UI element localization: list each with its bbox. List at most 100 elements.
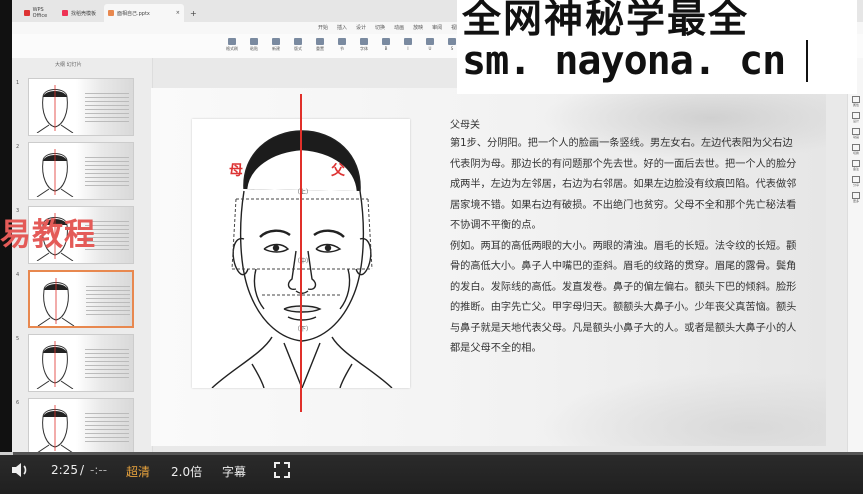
father-label: 父 (331, 163, 345, 179)
right-task-panel: 属性设计动画切换备注分享更多 (847, 58, 863, 452)
menu-item[interactable]: 审阅 (432, 24, 442, 31)
ribbon-tool-icon (250, 38, 258, 45)
panel-tool-icon (852, 176, 860, 183)
ribbon-button[interactable]: 版式 (288, 38, 308, 54)
right-panel-button[interactable]: 切换 (851, 144, 861, 155)
svg-text:（下）: （下） (294, 326, 312, 333)
slide-thumbnail[interactable] (28, 270, 134, 328)
thumbnail-text-lines (85, 93, 129, 123)
ribbon-tool-icon (338, 38, 346, 45)
menu-item[interactable]: 切换 (375, 24, 385, 31)
tab-template[interactable]: 找稻壳模板 (58, 4, 104, 22)
panel-tool-icon (852, 112, 860, 119)
right-panel-button[interactable]: 属性 (851, 96, 861, 107)
ribbon-tool-icon (228, 38, 236, 45)
ribbon-button-label: 节 (340, 46, 344, 51)
ribbon-button-label: 字体 (360, 46, 368, 51)
close-tab-icon[interactable]: × (176, 10, 180, 16)
menu-item[interactable]: 放映 (413, 24, 423, 31)
thumbnail-face-icon (37, 278, 75, 326)
yin-yang-divider-line (300, 94, 302, 412)
body-paragraph: 第1步、分阴阳。把一个人的脸画一条竖线。男左女右。左边代表阳为父右边代表阴为母。… (450, 138, 797, 231)
svg-text:（中）: （中） (294, 257, 312, 265)
slide-thumbnail[interactable] (28, 142, 134, 200)
text-cursor (806, 40, 808, 82)
new-tab-button[interactable]: + (186, 4, 198, 22)
slide-thumbnail[interactable] (28, 398, 134, 452)
current-time: 2:25 (51, 463, 78, 477)
ribbon-button[interactable]: 字体 (354, 38, 374, 54)
ribbon-button-label: 新建 (272, 46, 280, 51)
panel-tool-icon (852, 160, 860, 167)
ribbon-button[interactable]: B (376, 38, 396, 54)
thumbnail-face-icon (36, 149, 74, 197)
time-separator: / (80, 463, 85, 477)
fullscreen-icon[interactable] (274, 462, 290, 481)
quality-button[interactable]: 超清 (126, 463, 150, 480)
thumbnail-number: 4 (16, 272, 20, 278)
menu-item[interactable]: 动画 (394, 24, 404, 31)
tab-wps-office[interactable]: WPS Office (20, 4, 58, 22)
progress-track[interactable] (0, 452, 863, 455)
wps-icon (24, 10, 30, 16)
svg-text:（上）: （上） (294, 188, 312, 196)
ribbon-tool-icon (360, 38, 368, 45)
thumbnail-face-icon (37, 405, 73, 452)
ppt-icon (108, 10, 114, 16)
thumbnail-number: 6 (16, 400, 20, 406)
thumbnail-text-lines (85, 349, 129, 379)
ribbon-button-label: U (428, 46, 432, 51)
right-panel-button[interactable]: 分享 (851, 176, 861, 187)
progress-fill (0, 452, 13, 455)
total-time: -:-- (90, 463, 108, 477)
ribbon-tool-icon (272, 38, 280, 45)
panel-tool-label: 动画 (852, 135, 859, 139)
thumbnail-number: 5 (16, 336, 20, 342)
ribbon-tool-icon (382, 38, 390, 45)
ribbon-button[interactable]: U (420, 38, 440, 54)
ribbon-button[interactable]: 节 (332, 38, 352, 54)
ribbon-button[interactable]: 重置 (310, 38, 330, 54)
ribbon-button-label: 格式刷 (226, 46, 238, 51)
menu-item[interactable]: 插入 (337, 24, 347, 31)
ribbon-button-label: 粘贴 (250, 46, 258, 51)
volume-icon[interactable] (10, 461, 30, 482)
ribbon-tool-icon (294, 38, 302, 45)
right-panel-button[interactable]: 动画 (851, 128, 861, 139)
right-panel-button[interactable]: 设计 (851, 112, 861, 123)
mother-label: 母 (229, 163, 243, 179)
slide-thumbnail-panel: 123456 (12, 58, 153, 452)
ribbon-button[interactable]: I (398, 38, 418, 54)
ribbon-button[interactable]: 格式刷 (222, 38, 242, 54)
ribbon-button-label: 版式 (294, 46, 302, 51)
panel-tool-label: 备注 (852, 167, 859, 171)
thumbnail-face-icon (36, 85, 74, 133)
ribbon-button[interactable]: 粘贴 (244, 38, 264, 54)
thumbnail-text-lines (86, 286, 130, 316)
overlay-url-text: sm. nayona. cn (462, 38, 786, 84)
right-panel-button[interactable]: 备注 (851, 160, 861, 171)
slide-canvas[interactable]: （上） （中） （下） 母 父 父母关 第1步、分阴阳。把一个人的脸画一条竖线。… (151, 88, 826, 446)
slide-thumbnail[interactable] (28, 334, 134, 392)
subtitle-button[interactable]: 字幕 (222, 463, 246, 480)
menu-item[interactable]: 开始 (318, 24, 328, 31)
panel-tool-icon (852, 192, 860, 199)
ribbon-button[interactable]: 新建 (266, 38, 286, 54)
thumbnail-text-lines (85, 413, 129, 443)
panel-tool-label: 更多 (852, 199, 859, 203)
menu-item[interactable]: 设计 (356, 24, 366, 31)
panel-tool-label: 设计 (852, 119, 859, 123)
thumbnail-face-icon (36, 341, 74, 389)
panel-tool-label: 分享 (852, 183, 859, 187)
ribbon-tool-icon (426, 38, 434, 45)
tab-current-file[interactable]: 面相自己.pptx × (104, 4, 184, 22)
thumbnail-number: 1 (16, 80, 20, 86)
ribbon-button-label: 重置 (316, 46, 324, 51)
right-panel-button[interactable]: 更多 (851, 192, 861, 203)
ribbon-button-label: I (407, 46, 409, 51)
slide-body-text: 第1步、分阴阳。把一个人的脸画一条竖线。男左女右。左边代表阳为父右边代表阴为母。… (450, 134, 800, 360)
panel-tool-icon (852, 96, 860, 103)
speed-button[interactable]: 2.0倍 (171, 463, 202, 480)
ribbon-button-label: B (384, 46, 388, 51)
slide-thumbnail[interactable] (28, 78, 134, 136)
